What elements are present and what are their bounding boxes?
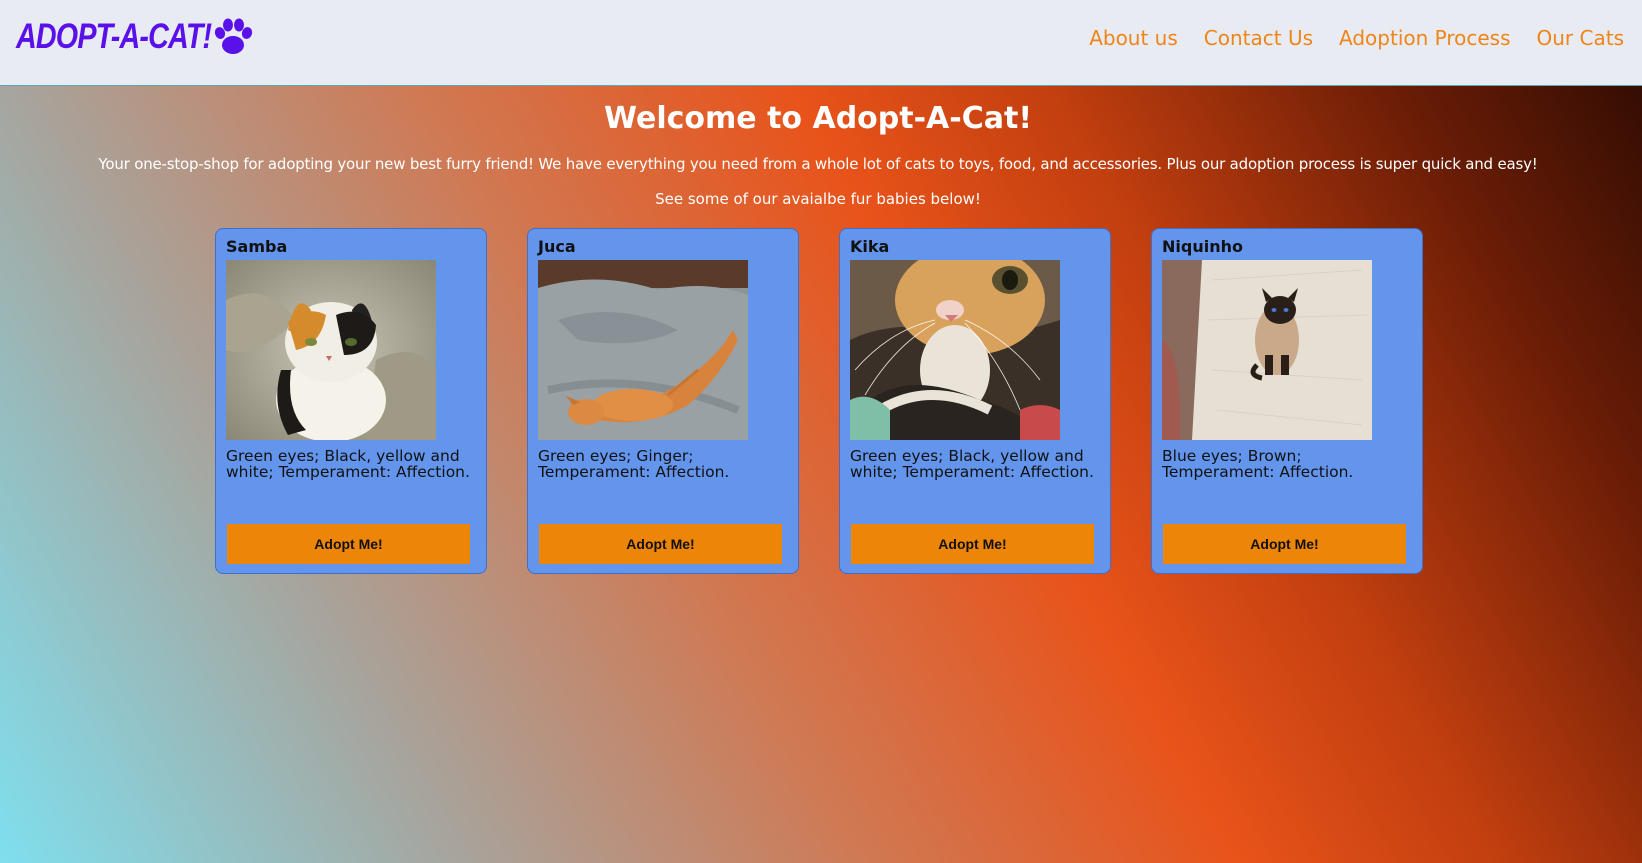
ginger-cat-lying-photo <box>538 260 748 440</box>
cat-card-juca: Juca Green eyes; Ginger; Temperament: Af… <box>527 228 799 574</box>
nav-link-adoption-process[interactable]: Adoption Process <box>1339 26 1511 50</box>
adopt-button[interactable]: Adopt Me! <box>851 524 1094 564</box>
page-title: Welcome to Adopt-A-Cat! <box>603 101 1032 136</box>
nav-link-our-cats[interactable]: Our Cats <box>1537 26 1624 50</box>
navbar: ADOPT-A-CAT! About us Contact Us Adoptio… <box>0 0 1642 86</box>
cat-description: Green eyes; Black, yellow and white; Tem… <box>850 447 1094 481</box>
cat-card-kika: Kika Green eyes; Black, yellow and white… <box>839 228 1111 574</box>
adopt-button[interactable]: Adopt Me! <box>1163 524 1406 564</box>
nav-link-about-us[interactable]: About us <box>1089 26 1178 50</box>
cat-name: Samba <box>226 237 288 256</box>
calico-closeup-photo <box>850 260 1060 440</box>
cat-name: Juca <box>538 237 576 256</box>
calico-kitten-photo <box>226 260 436 440</box>
cat-description: Blue eyes; Brown; Temperament: Affection… <box>1162 447 1354 481</box>
nav-links: About us Contact Us Adoption Process Our… <box>1089 26 1624 50</box>
cat-description: Green eyes; Ginger; Temperament: Affecti… <box>538 447 730 481</box>
adopt-button[interactable]: Adopt Me! <box>539 524 782 564</box>
brand-logo-text[interactable]: ADOPT-A-CAT! <box>16 17 212 57</box>
nav-link-contact-us[interactable]: Contact Us <box>1204 26 1313 50</box>
cat-card-niquinho: Niquinho Blue eyes; Brown; Temperament: … <box>1151 228 1423 574</box>
brand[interactable]: ADOPT-A-CAT! <box>16 17 254 57</box>
paw-icon <box>214 18 253 54</box>
adopt-button[interactable]: Adopt Me! <box>227 524 470 564</box>
cat-description: Green eyes; Black, yellow and white; Tem… <box>226 447 470 481</box>
hero-subtitle: Your one-stop-shop for adopting your new… <box>98 155 1538 173</box>
cat-card-samba: Samba Green eyes; Black, yellow and whit… <box>215 228 487 574</box>
cat-name: Kika <box>850 237 890 256</box>
siamese-cat-photo <box>1162 260 1372 440</box>
cat-name: Niquinho <box>1162 237 1243 256</box>
hero-subtitle-secondary: See some of our avaialbe fur babies belo… <box>655 190 981 208</box>
